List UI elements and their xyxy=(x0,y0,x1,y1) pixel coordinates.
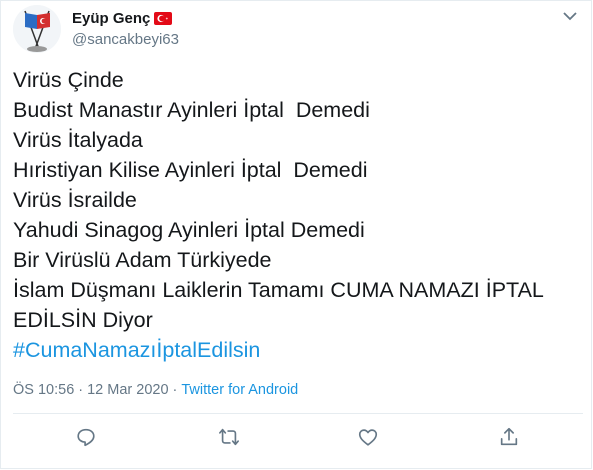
meta-separator: · xyxy=(78,382,84,398)
action-bar xyxy=(1,426,593,452)
reply-button[interactable] xyxy=(75,426,97,448)
retweet-icon xyxy=(219,428,239,446)
retweet-button[interactable] xyxy=(218,426,240,448)
meta-separator: · xyxy=(172,382,178,398)
tweet-line: Virüs İtalyada xyxy=(13,128,143,152)
tweet-line: Bir Virüslü Adam Türkiyede xyxy=(13,248,272,272)
user-handle[interactable]: @sancakbeyi63 xyxy=(72,31,179,48)
tweet-line: EDİLSİN Diyor xyxy=(13,308,153,332)
tweet-line: Virüs İsrailde xyxy=(13,188,137,212)
tweet-time[interactable]: ÖS 10:56 xyxy=(13,382,74,398)
share-icon xyxy=(500,427,518,446)
heart-icon xyxy=(358,429,378,446)
tweet-card: Eyüp Genç @sancakbeyi63 Virüs Çinde Budi… xyxy=(0,0,592,469)
divider xyxy=(13,413,583,414)
display-name[interactable]: Eyüp Genç xyxy=(72,10,150,27)
tweet-line: Hıristiyan Kilise Ayinleri İptal Demedi xyxy=(13,158,368,182)
tweet-text: Virüs Çinde Budist Manastır Ayinleri İpt… xyxy=(13,65,583,365)
tweet-source-link[interactable]: Twitter for Android xyxy=(181,382,298,398)
tweet-date[interactable]: 12 Mar 2020 xyxy=(87,382,168,398)
chevron-down-icon[interactable] xyxy=(563,11,577,21)
hashtag-link[interactable]: #CumaNamazıİptalEdilsin xyxy=(13,335,583,365)
turkey-flag-icon xyxy=(154,12,173,25)
tweet-meta: ÖS 10:56 · 12 Mar 2020 · Twitter for And… xyxy=(13,382,298,398)
avatar[interactable] xyxy=(13,5,61,53)
share-button[interactable] xyxy=(498,426,520,448)
tweet-line: İslam Düşmanı Laiklerin Tamamı CUMA NAMA… xyxy=(13,278,544,302)
like-button[interactable] xyxy=(357,426,379,448)
tweet-line: Budist Manastır Ayinleri İptal Demedi xyxy=(13,98,370,122)
reply-icon xyxy=(77,428,95,447)
tweet-line: Virüs Çinde xyxy=(13,68,124,92)
tweet-line: Yahudi Sinagog Ayinleri İptal Demedi xyxy=(13,218,365,242)
